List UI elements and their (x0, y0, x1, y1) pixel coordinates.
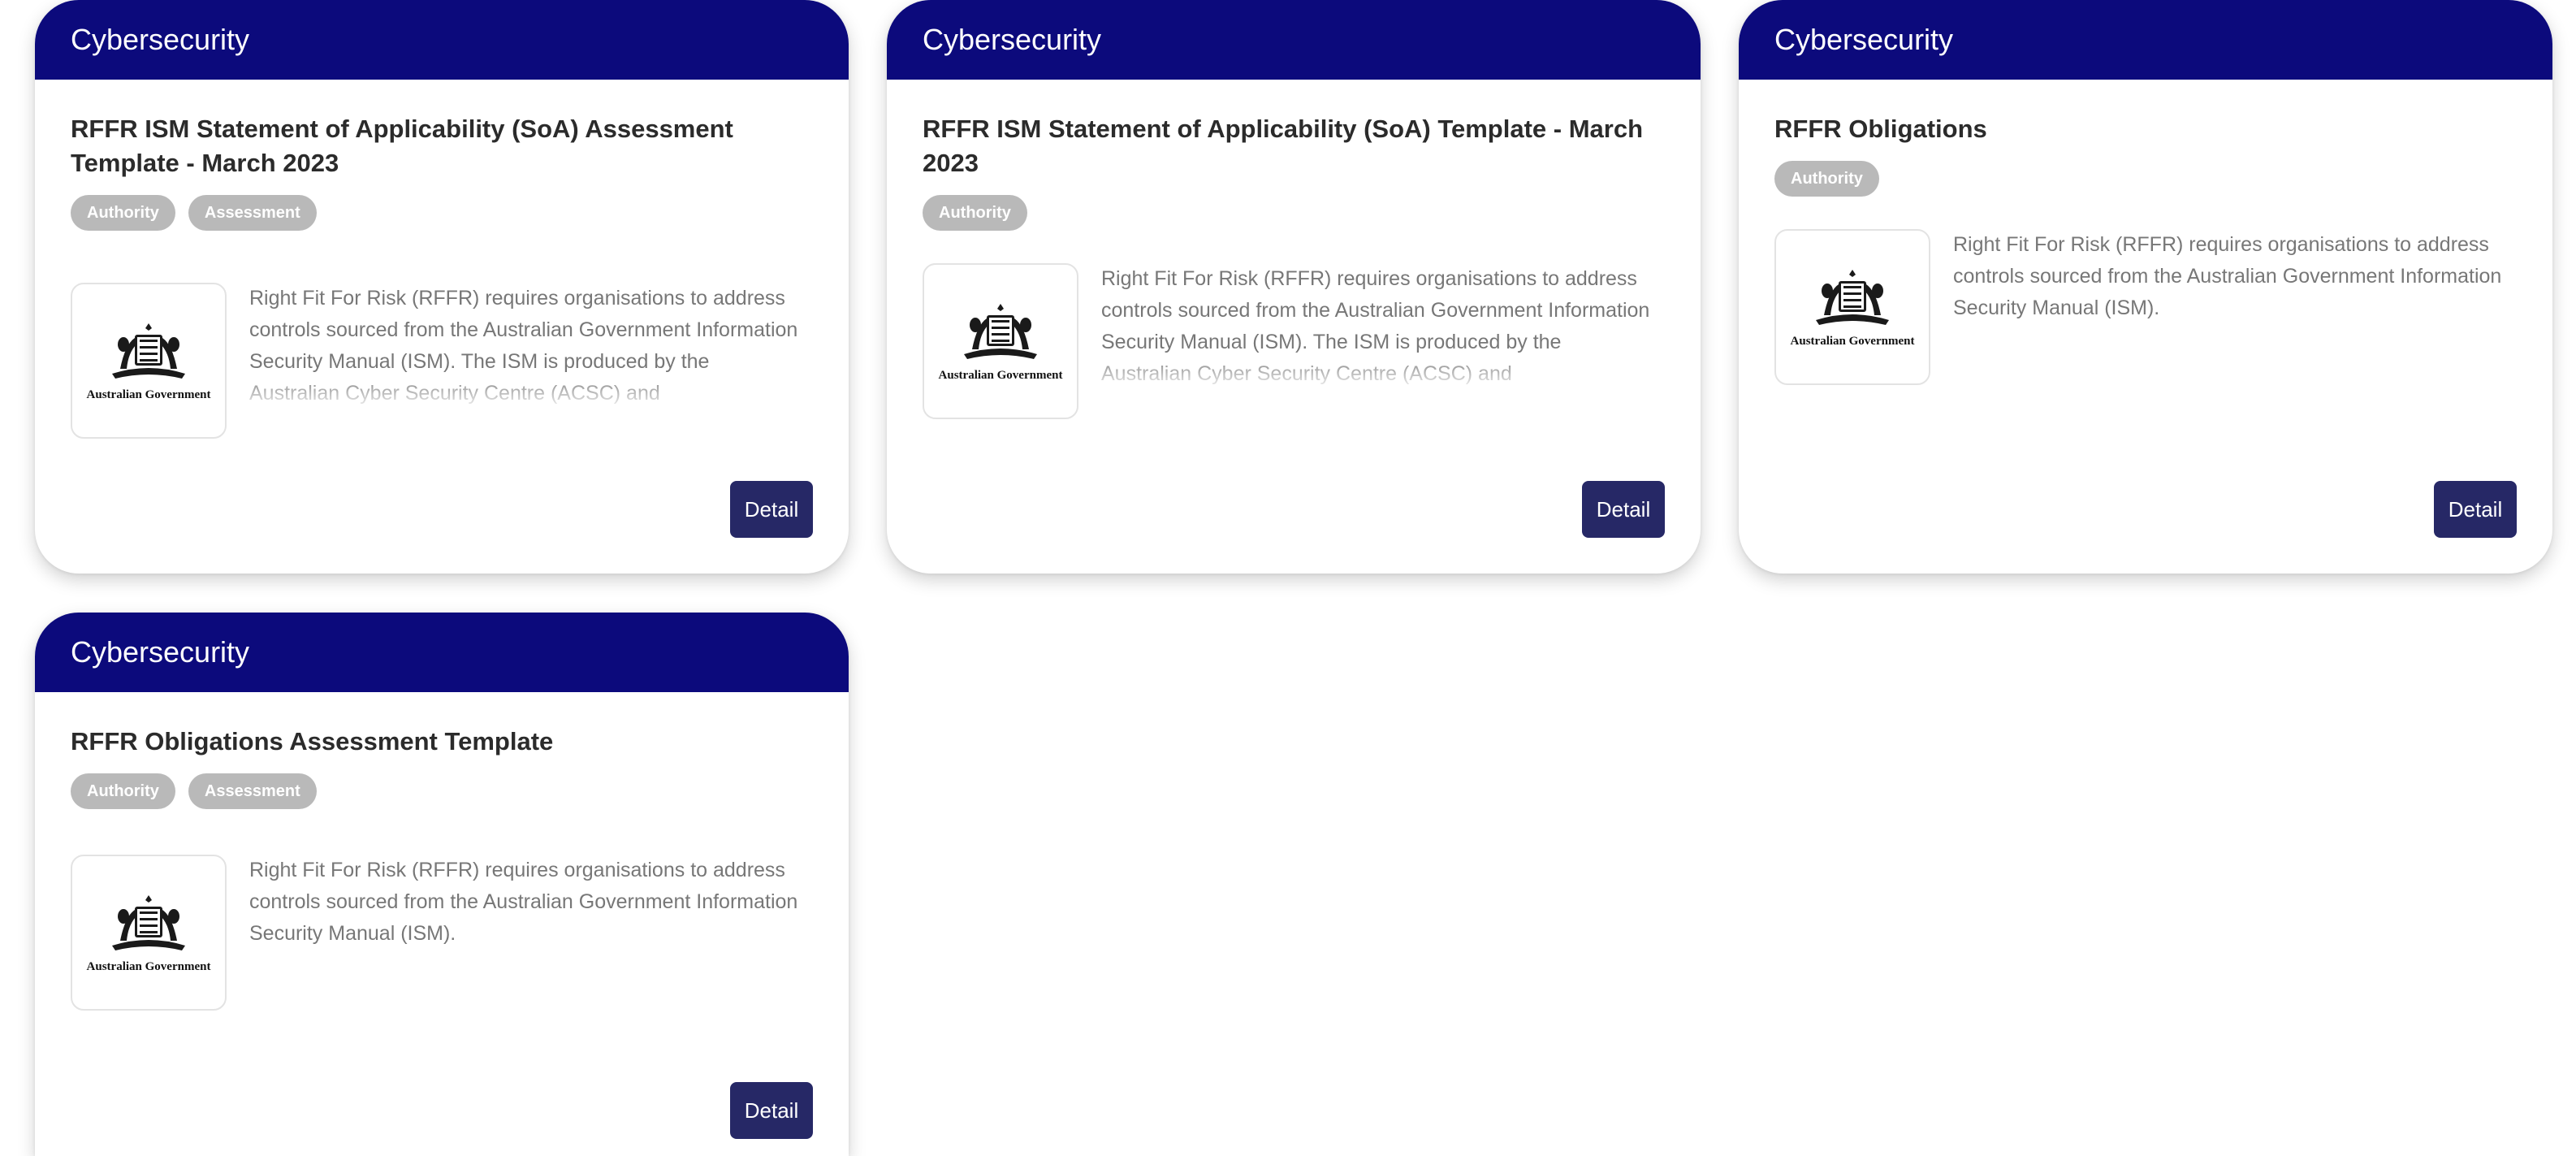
card-tags: Authority (1774, 161, 2517, 197)
tag-assessment: Assessment (188, 195, 317, 231)
detail-button[interactable]: Detail (730, 1082, 813, 1139)
logo-caption: Australian Government (938, 368, 1063, 382)
template-card: Cybersecurity RFFR ISM Statement of Appl… (35, 0, 849, 574)
template-card: Cybersecurity RFFR ISM Statement of Appl… (887, 0, 1701, 574)
template-card-grid: Cybersecurity RFFR ISM Statement of Appl… (0, 0, 2576, 1156)
card-description: Right Fit For Risk (RFFR) requires organ… (249, 287, 798, 405)
australian-government-logo: Australian Government (71, 855, 227, 1011)
tag-authority: Authority (71, 195, 175, 231)
card-category-header: Cybersecurity (35, 613, 849, 692)
australian-government-logo: Australian Government (1774, 229, 1930, 385)
card-description: Right Fit For Risk (RFFR) requires organ… (1953, 233, 2502, 319)
card-category-header: Cybersecurity (1739, 0, 2552, 80)
australian-government-logo: Australian Government (71, 283, 227, 439)
card-description: Right Fit For Risk (RFFR) requires organ… (249, 859, 798, 945)
card-content-row: Australian Government Right Fit For Risk… (71, 855, 813, 1011)
card-tags: Authority Assessment (71, 773, 813, 809)
australian-government-crest-icon (964, 303, 1037, 359)
card-description: Right Fit For Risk (RFFR) requires organ… (1101, 267, 1650, 385)
card-title: RFFR ISM Statement of Applicability (SoA… (71, 115, 733, 177)
tag-assessment: Assessment (188, 773, 317, 809)
detail-button[interactable]: Detail (730, 481, 813, 538)
card-title: RFFR Obligations Assessment Template (71, 727, 554, 756)
card-content-row: Australian Government Right Fit For Risk… (71, 283, 813, 439)
card-category-header: Cybersecurity (35, 0, 849, 80)
template-card: Cybersecurity RFFR Obligations Assessmen… (35, 613, 849, 1156)
card-tags: Authority Assessment (71, 195, 813, 231)
card-content-row: Australian Government Right Fit For Risk… (1774, 229, 2517, 385)
card-body: RFFR Obligations Authority Australian Go… (1739, 80, 2552, 385)
card-tags: Authority (923, 195, 1665, 231)
card-title: RFFR ISM Statement of Applicability (SoA… (923, 115, 1644, 177)
detail-button[interactable]: Detail (1582, 481, 1665, 538)
australian-government-crest-icon (112, 894, 185, 950)
logo-caption: Australian Government (86, 959, 211, 973)
detail-button[interactable]: Detail (2434, 481, 2517, 538)
australian-government-crest-icon (1816, 269, 1889, 325)
logo-caption: Australian Government (86, 387, 211, 401)
tag-authority: Authority (923, 195, 1027, 231)
card-content-row: Australian Government Right Fit For Risk… (923, 263, 1665, 419)
tag-authority: Authority (71, 773, 175, 809)
logo-caption: Australian Government (1790, 334, 1915, 348)
australian-government-logo: Australian Government (923, 263, 1078, 419)
template-card: Cybersecurity RFFR Obligations Authority (1739, 0, 2552, 574)
card-body: RFFR ISM Statement of Applicability (SoA… (887, 80, 1701, 419)
australian-government-crest-icon (112, 323, 185, 379)
card-body: RFFR Obligations Assessment Template Aut… (35, 692, 849, 1011)
tag-authority: Authority (1774, 161, 1879, 197)
card-body: RFFR ISM Statement of Applicability (SoA… (35, 80, 849, 439)
card-category-header: Cybersecurity (887, 0, 1701, 80)
card-title: RFFR Obligations (1774, 115, 1987, 143)
